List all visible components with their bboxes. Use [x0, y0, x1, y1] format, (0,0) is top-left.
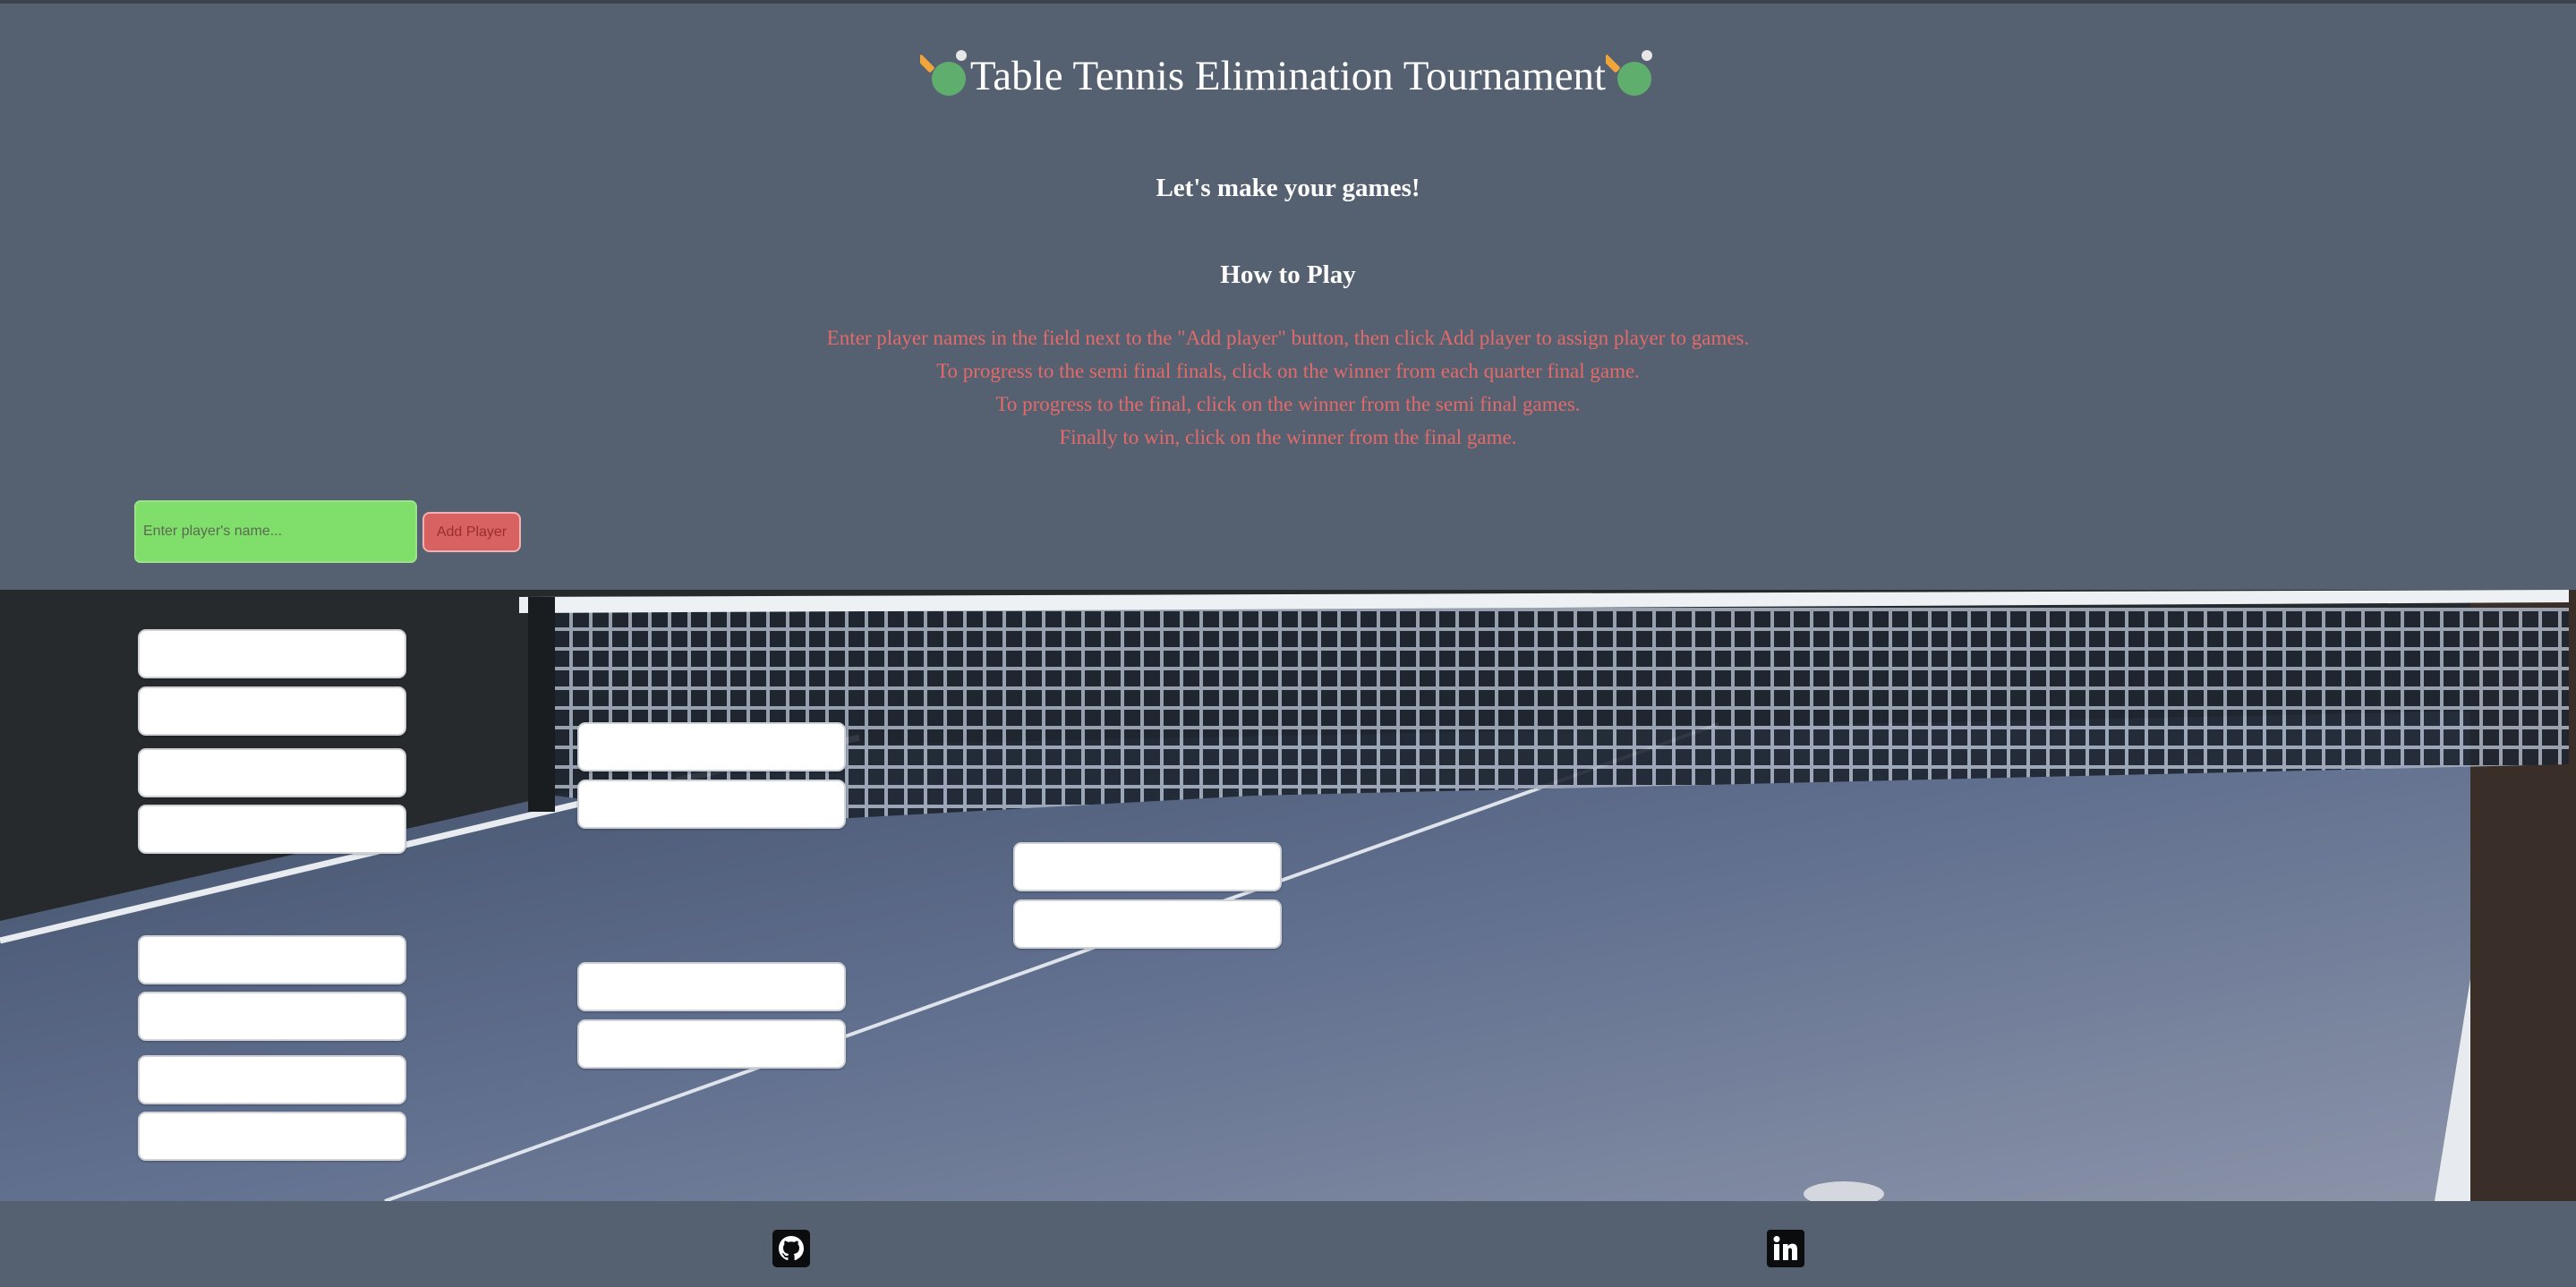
final-slot[interactable] [1013, 899, 1282, 949]
semi-final-slot[interactable] [577, 962, 846, 1011]
quarter-final-slot[interactable] [138, 805, 406, 854]
quarter-final-slot[interactable] [138, 686, 406, 736]
quarter-final-slot[interactable] [138, 1112, 406, 1161]
instructions: Enter player names in the field next to … [0, 321, 2576, 454]
instruction-line: To progress to the semi final finals, cl… [936, 360, 1640, 382]
table-tennis-court-background [0, 590, 2576, 1201]
semi-final-slot[interactable] [577, 1019, 846, 1069]
quarter-final-slot[interactable] [138, 1055, 406, 1104]
instruction-line: To progress to the final, click on the w… [995, 393, 1581, 415]
title-text: Table Tennis Elimination Tournament [969, 53, 1607, 99]
quarter-final-slot[interactable] [138, 748, 406, 797]
add-player-button[interactable]: Add Player [422, 512, 521, 552]
semi-final-slot[interactable] [577, 722, 846, 771]
how-to-play-heading: How to Play [1220, 260, 1356, 289]
player-name-input[interactable] [134, 500, 417, 563]
quarter-final-slot[interactable] [138, 992, 406, 1041]
ping-pong-icon [1602, 48, 1656, 109]
quarter-final-slot[interactable] [138, 935, 406, 984]
instruction-line: Enter player names in the field next to … [826, 327, 1750, 349]
semi-final-slot[interactable] [577, 780, 846, 829]
linkedin-icon[interactable] [1767, 1230, 1804, 1267]
page-title: Table Tennis Elimination Tournament [0, 48, 2576, 109]
footer [0, 1201, 2576, 1287]
ping-pong-icon [917, 48, 970, 109]
final-slot[interactable] [1013, 842, 1282, 891]
instruction-line: Finally to win, click on the winner from… [1059, 426, 1517, 448]
subtitle: Let's make your games! [1156, 174, 1420, 202]
bracket-area [0, 590, 2576, 1201]
github-icon[interactable] [772, 1230, 810, 1267]
header: Table Tennis Elimination Tournament Let'… [0, 4, 2576, 590]
quarter-final-slot[interactable] [138, 629, 406, 678]
